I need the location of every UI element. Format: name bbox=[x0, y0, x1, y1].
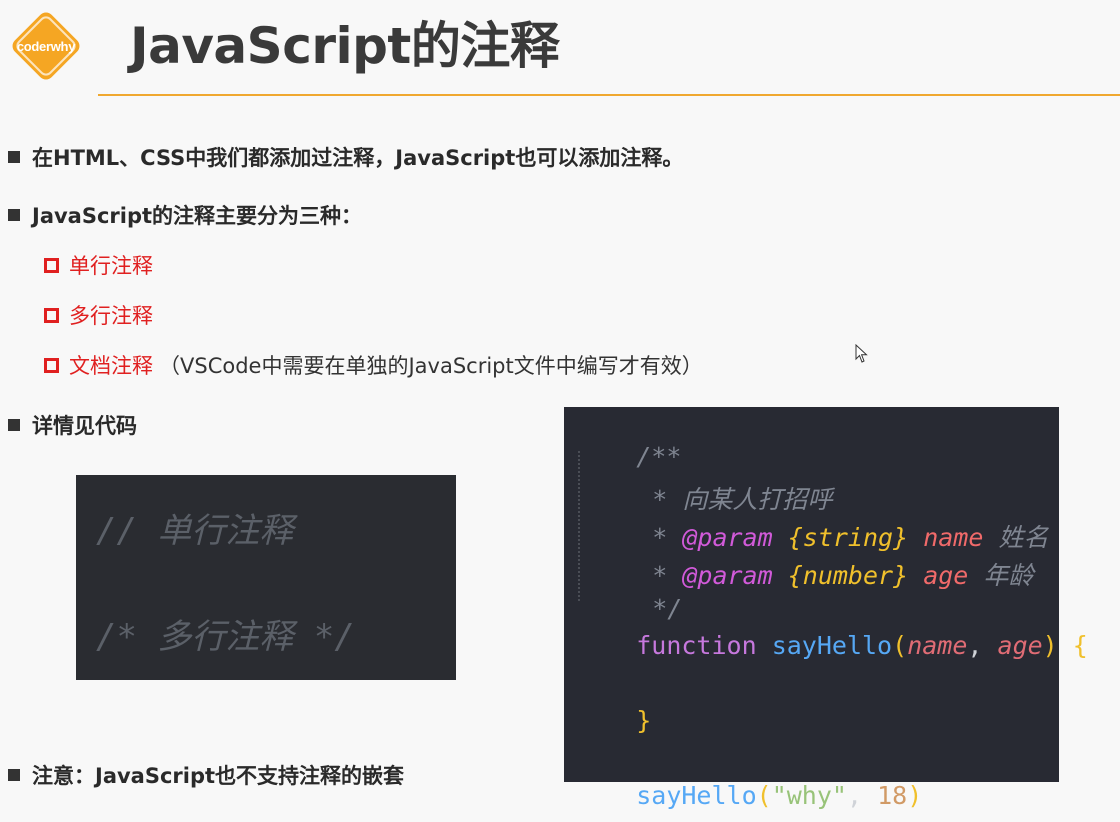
red-square-icon bbox=[44, 307, 59, 323]
page-title: JavaScript的注释 bbox=[130, 17, 560, 75]
red-square-icon bbox=[44, 257, 59, 273]
bullet-square-icon bbox=[8, 151, 20, 163]
comment-type-label: 文档注释 bbox=[69, 354, 153, 378]
bullet-nesting-note-text: 注意：JavaScript也不支持注释的嵌套 bbox=[32, 764, 405, 788]
code-example-doc-comment: /** * 向某人打招呼 * @param {string} name 姓名 *… bbox=[564, 407, 1088, 810]
single-line-comment-code: // 单行注释 bbox=[96, 511, 294, 551]
bullet-see-code: 详情见代码 bbox=[8, 410, 137, 440]
bullet-square-icon bbox=[8, 419, 20, 431]
coderwhy-logo: coderwhy bbox=[6, 6, 86, 86]
bullet-see-code-text: 详情见代码 bbox=[32, 414, 137, 438]
comment-type-doc: 文档注释 （VSCode中需要在单独的JavaScript文件中编写才有效） bbox=[44, 350, 703, 380]
comment-type-label: 多行注释 bbox=[69, 304, 153, 328]
comment-type-multi: 多行注释 bbox=[44, 300, 153, 330]
bullet-types: JavaScript的注释主要分为三种： bbox=[8, 200, 362, 230]
bullet-nesting-note: 注意：JavaScript也不支持注释的嵌套 bbox=[8, 760, 404, 790]
title-divider bbox=[98, 94, 1120, 96]
bullet-types-text: JavaScript的注释主要分为三种： bbox=[32, 204, 363, 228]
bullet-square-icon bbox=[8, 209, 20, 221]
comment-type-single: 单行注释 bbox=[44, 250, 153, 280]
bullet-intro: 在HTML、CSS中我们都添加过注释，JavaScript也可以添加注释。 bbox=[8, 142, 683, 172]
multi-line-comment-code: /* 多行注释 */ bbox=[96, 617, 355, 657]
comment-type-label: 单行注释 bbox=[69, 254, 153, 278]
code-line: sayHello("why", 18) bbox=[636, 781, 923, 810]
code-line: } bbox=[636, 706, 652, 735]
code-example-basic: // 单行注释 /* 多行注释 */ bbox=[76, 475, 456, 680]
code-line: function sayHello(name, age) { bbox=[636, 631, 1088, 660]
logo-text: coderwhy bbox=[16, 38, 76, 54]
bullet-square-icon bbox=[8, 769, 20, 781]
bullet-intro-text: 在HTML、CSS中我们都添加过注释，JavaScript也可以添加注释。 bbox=[32, 146, 684, 170]
red-square-icon bbox=[44, 357, 59, 373]
mouse-pointer-icon bbox=[855, 344, 868, 363]
comment-type-note: （VSCode中需要在单独的JavaScript文件中编写才有效） bbox=[159, 354, 703, 378]
